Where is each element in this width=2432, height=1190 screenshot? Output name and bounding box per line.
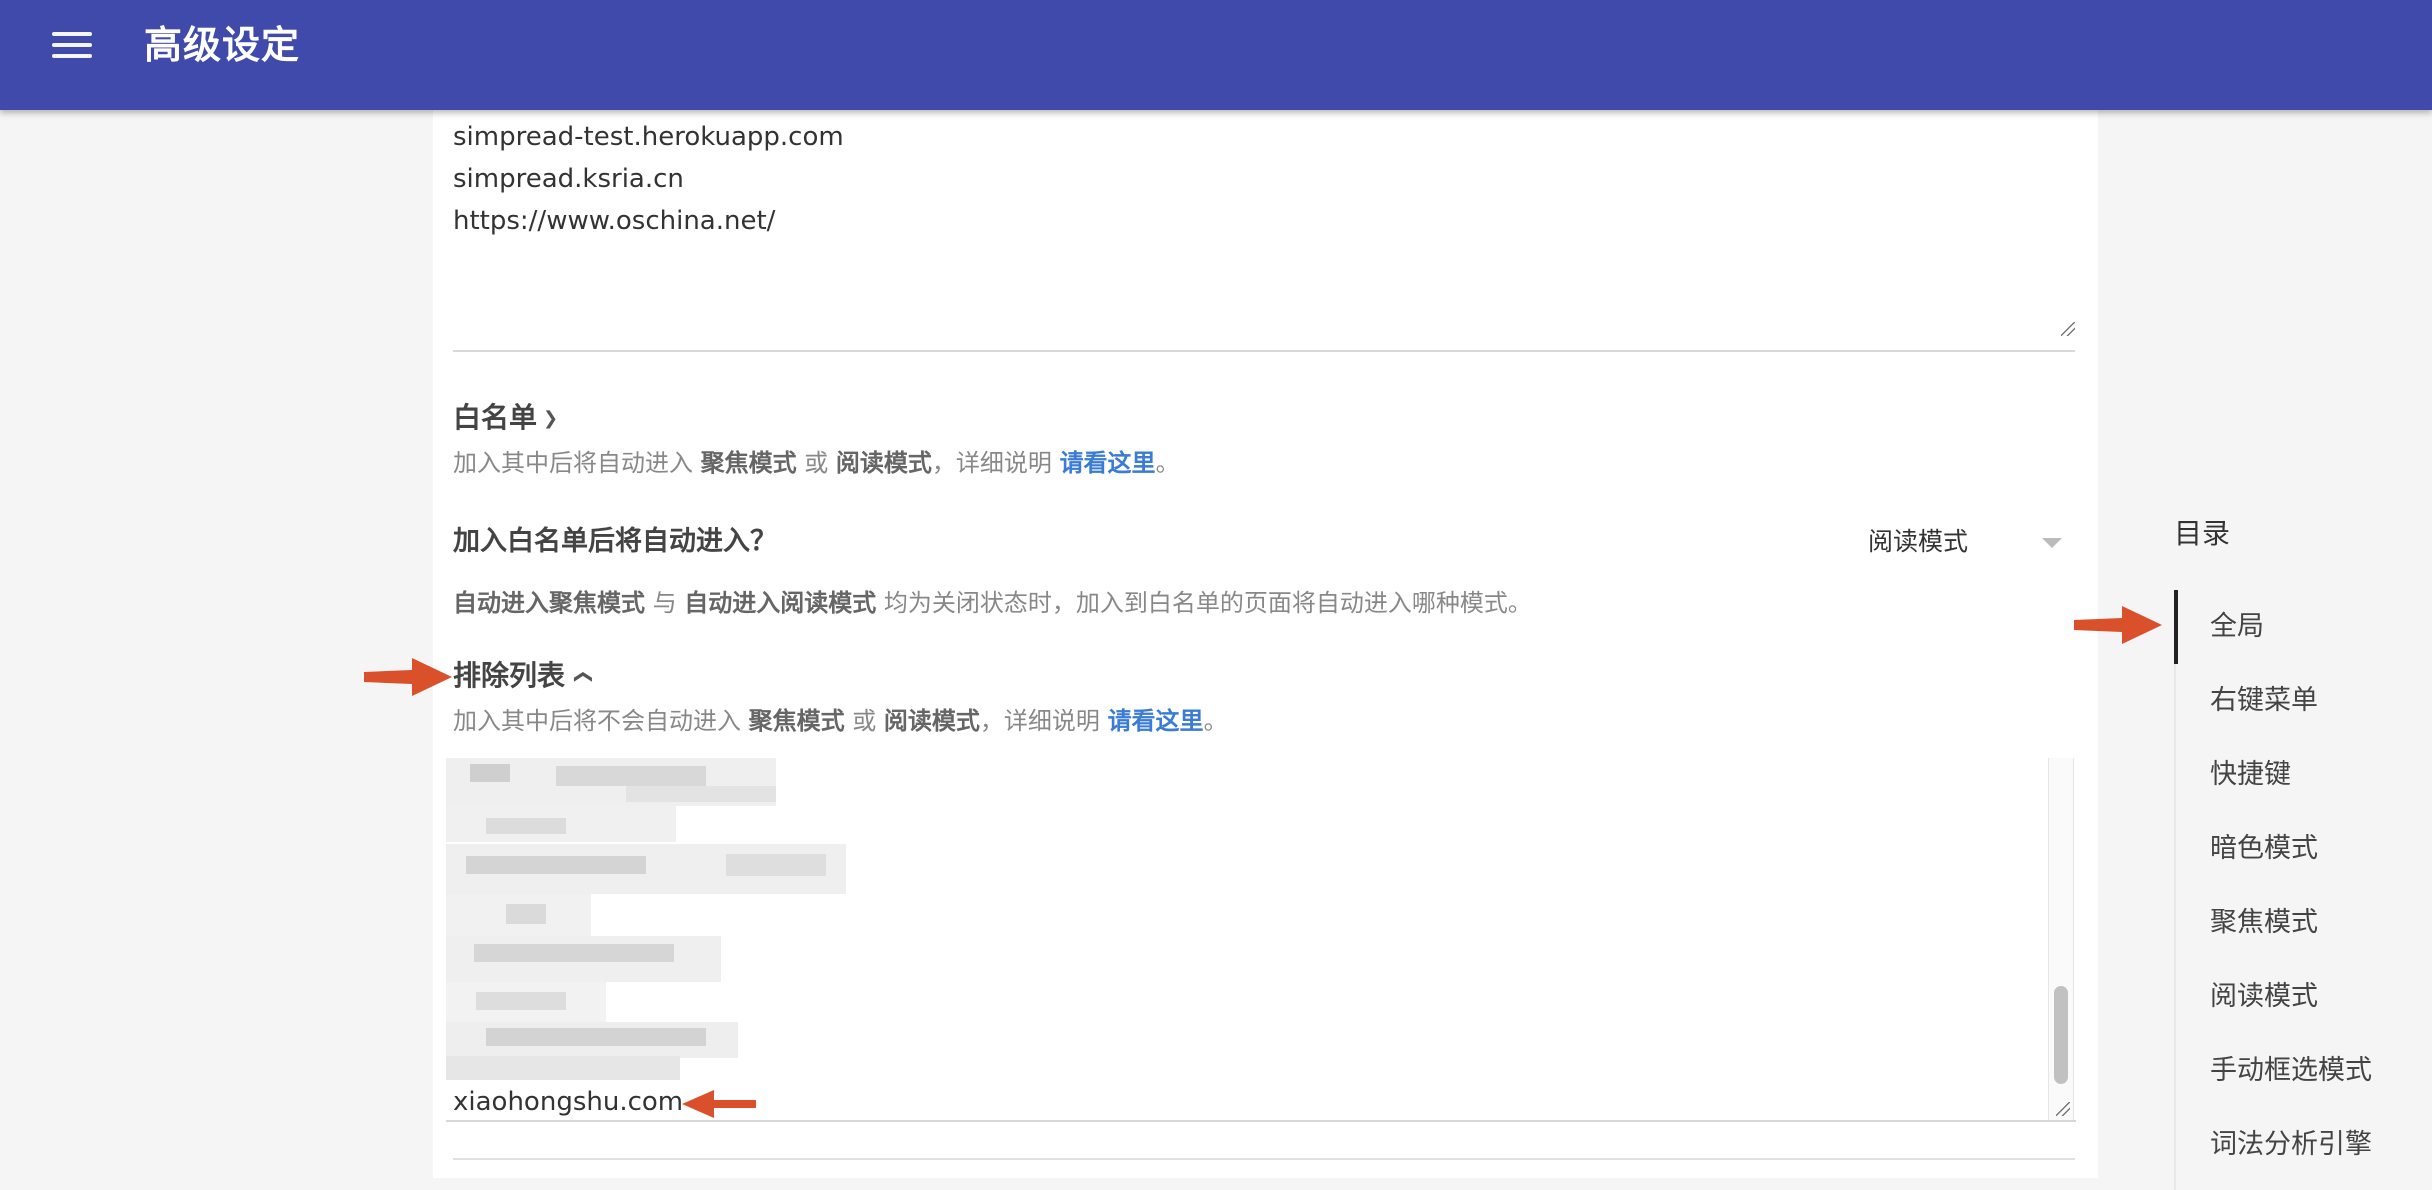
annotation-arrow-icon <box>682 1090 756 1118</box>
url-list-line: https://www.oschina.net/ <box>453 206 776 236</box>
auto-enter-description: 自动进入聚焦模式 与 自动进入阅读模式 均为关闭状态时，加入到白名单的页面将自动… <box>453 589 1532 617</box>
exclude-help-link[interactable]: 请看这里 <box>1108 707 1204 735</box>
toc-item-focus-mode[interactable]: 聚焦模式 <box>2210 903 2318 943</box>
toc-active-indicator <box>2174 590 2178 664</box>
resize-handle-icon[interactable] <box>2061 322 2075 336</box>
toc-title: 目录 <box>2174 517 2231 550</box>
toc-nav: 全局 右键菜单 快捷键 暗色模式 聚焦模式 阅读模式 手动框选模式 词法分析引擎 <box>2174 590 2432 1190</box>
resize-handle-icon[interactable] <box>2056 1102 2070 1116</box>
annotation-arrow-icon <box>2074 606 2162 644</box>
toc-item-dark-mode[interactable]: 暗色模式 <box>2210 829 2318 869</box>
whitelist-description: 加入其中后将自动进入 聚焦模式 或 阅读模式，详细说明 请看这里。 <box>453 449 1180 477</box>
url-list-textarea[interactable]: simpread-test.herokuapp.com simpread.ksr… <box>453 80 2075 352</box>
section-divider <box>453 1158 2075 1160</box>
auto-enter-label: 加入白名单后将自动进入？ <box>453 526 777 557</box>
scrollbar-thumb[interactable] <box>2054 986 2068 1084</box>
chevron-up-icon[interactable]: ❯ <box>563 669 603 684</box>
chevron-down-icon[interactable]: ❯ <box>543 399 558 439</box>
app-bar: 高级设定 <box>0 0 2432 110</box>
whitelist-title-text: 白名单 <box>453 401 538 434</box>
whitelist-help-link[interactable]: 请看这里 <box>1060 449 1156 477</box>
toc-item-global[interactable]: 全局 <box>2210 607 2264 647</box>
exclude-list-last-entry: xiaohongshu.com <box>453 1087 684 1117</box>
page-title: 高级设定 <box>144 23 301 67</box>
toc-item-manual-select-mode[interactable]: 手动框选模式 <box>2210 1051 2372 1091</box>
exclude-list-description: 加入其中后将不会自动进入 聚焦模式 或 阅读模式，详细说明 请看这里。 <box>453 707 1228 735</box>
exclude-list-title-text: 排除列表 <box>453 659 566 692</box>
exclude-list-textarea[interactable]: xiaohongshu.com <box>446 758 2076 1122</box>
toc-item-read-mode[interactable]: 阅读模式 <box>2210 977 2318 1017</box>
annotation-arrow-icon <box>364 658 452 696</box>
url-list-line: simpread.ksria.cn <box>453 164 684 194</box>
auto-enter-mode-select[interactable]: 阅读模式 <box>1868 522 2068 562</box>
dropdown-caret-icon <box>2042 538 2062 548</box>
toc-item-shortcuts[interactable]: 快捷键 <box>2210 755 2291 795</box>
scrollbar[interactable] <box>2048 758 2074 1120</box>
hamburger-menu-icon[interactable] <box>50 28 94 62</box>
toc-item-context-menu[interactable]: 右键菜单 <box>2210 681 2318 721</box>
url-list-line: simpread-test.herokuapp.com <box>453 122 844 152</box>
blurred-entries <box>446 758 846 1080</box>
whitelist-title[interactable]: 白名单 ❯ <box>453 398 558 439</box>
exclude-list-title[interactable]: 排除列表 ❯ <box>453 656 593 697</box>
auto-enter-selected-value: 阅读模式 <box>1868 527 1969 556</box>
toc-item-lexical-engine[interactable]: 词法分析引擎 <box>2210 1125 2372 1165</box>
